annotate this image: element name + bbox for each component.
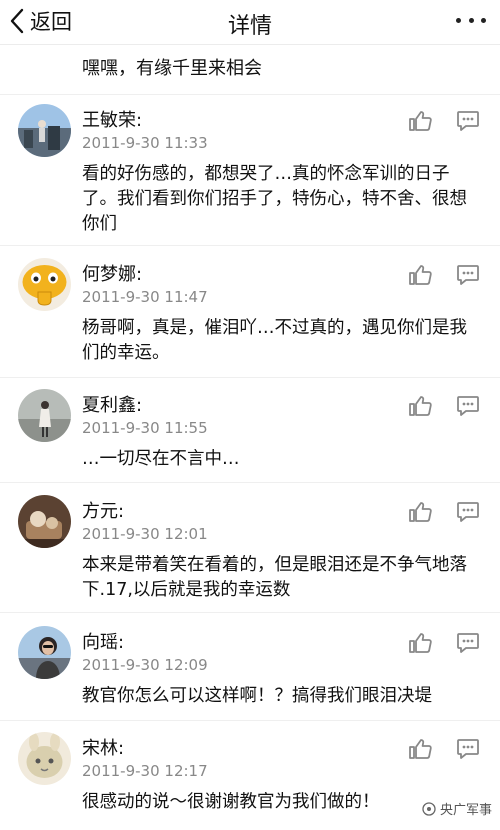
divider — [0, 94, 500, 95]
thumbs-up-icon[interactable] — [408, 632, 432, 654]
divider — [0, 720, 500, 721]
divider — [0, 377, 500, 378]
thumbs-up-icon[interactable] — [408, 738, 432, 760]
comment-text: 看的好伤感的，都想哭了…真的怀念军训的日子了。我们看到你们招手了，特伤心，特不舍… — [82, 164, 467, 234]
comment-text: 杨哥啊，真是，催泪吖…不过真的，遇见你们是我们的幸运。 — [82, 318, 467, 363]
thumbs-up-icon[interactable] — [408, 395, 432, 417]
comment-bubble-icon[interactable] — [456, 738, 480, 760]
thumbs-up-icon[interactable] — [408, 110, 432, 132]
comment-author: 方元: — [82, 501, 125, 522]
top-nav-bar: 返回 详情 — [0, 0, 500, 45]
comment-author: 向瑶: — [82, 632, 125, 653]
thumbs-up-icon[interactable] — [408, 264, 432, 286]
avatar[interactable] — [18, 626, 71, 679]
thumbs-up-icon[interactable] — [408, 501, 432, 523]
divider — [0, 612, 500, 613]
comment-time: 2011-9-30 12:01 — [82, 525, 208, 543]
avatar[interactable] — [18, 732, 71, 785]
comment-bubble-icon[interactable] — [456, 395, 480, 417]
comment-text: 本来是带着笑在看着的，但是眼泪还是不争气地落下.17,以后就是我的幸运数 — [82, 555, 467, 600]
comment-time: 2011-9-30 11:33 — [82, 134, 208, 152]
divider — [0, 482, 500, 483]
avatar[interactable] — [18, 258, 71, 311]
comment-author: 王敏荣: — [82, 110, 143, 131]
comment-time: 2011-9-30 11:55 — [82, 419, 208, 437]
comment-text: 教官你怎么可以这样啊！？搞得我们眼泪决堤 — [82, 686, 432, 706]
comment-bubble-icon[interactable] — [456, 501, 480, 523]
comment-time: 2011-9-30 12:17 — [82, 762, 208, 780]
previous-comment-text: 嘿嘿，有缘千里来相会 — [82, 58, 262, 79]
comment-bubble-icon[interactable] — [456, 264, 480, 286]
divider — [0, 245, 500, 246]
comment-time: 2011-9-30 12:09 — [82, 656, 208, 674]
comment-text: …一切尽在不言中… — [82, 449, 240, 469]
comment-author: 何梦娜: — [82, 264, 143, 285]
comment-author: 宋林: — [82, 738, 125, 759]
more-dots-icon[interactable] — [456, 12, 486, 28]
comment-bubble-icon[interactable] — [456, 110, 480, 132]
watermark: 央广军事 — [422, 799, 492, 818]
comment-bubble-icon[interactable] — [456, 632, 480, 654]
avatar[interactable] — [18, 495, 71, 548]
avatar[interactable] — [18, 389, 71, 442]
watermark-icon — [422, 801, 436, 816]
avatar[interactable] — [18, 104, 71, 157]
watermark-text: 央广军事 — [439, 803, 492, 818]
comment-author: 夏利鑫: — [82, 395, 143, 416]
page-title: 详情 — [227, 14, 272, 39]
comment-time: 2011-9-30 11:47 — [82, 288, 208, 306]
